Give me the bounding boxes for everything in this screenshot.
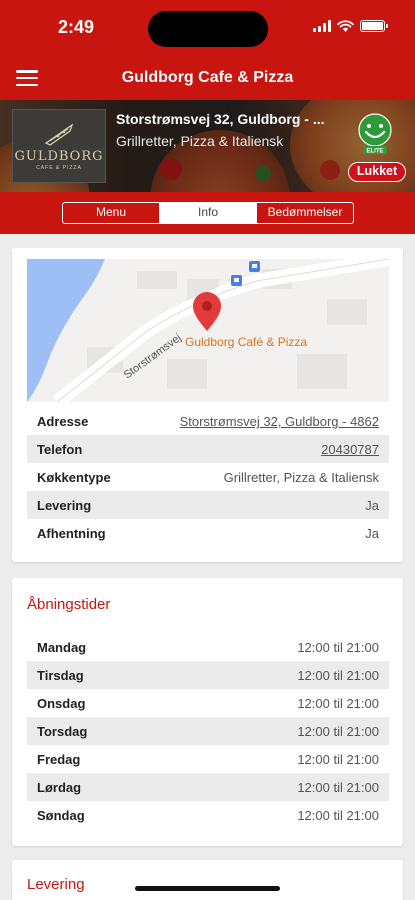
hours-value: 12:00 til 21:00 [297, 668, 379, 683]
smiley-label: ELITE [366, 149, 383, 155]
wifi-icon [337, 20, 354, 32]
hours-row: Torsdag 12:00 til 21:00 [27, 717, 389, 745]
hours-row: Lørdag 12:00 til 21:00 [27, 773, 389, 801]
info-value: Grillretter, Pizza & Italiensk [223, 470, 379, 485]
info-label: Levering [37, 498, 92, 513]
day-label: Lørdag [37, 780, 82, 795]
day-label: Tirsdag [37, 668, 84, 683]
segmented-tabs: Menu Info Bedømmelser [62, 202, 354, 224]
status-time: 2:49 [58, 17, 95, 37]
day-label: Mandag [37, 640, 87, 655]
pizza-slice-icon [44, 123, 74, 146]
nav-bar: Guldborg Cafe & Pizza [0, 54, 415, 100]
home-indicator[interactable] [135, 886, 280, 891]
info-value: Ja [365, 526, 379, 541]
tab-strip: Menu Info Bedømmelser [0, 192, 415, 234]
map-place-label: Guldborg Café & Pizza [185, 335, 307, 349]
day-label: Fredag [37, 752, 81, 767]
info-row-phone: Telefon 20430787 [27, 435, 389, 463]
smiley-elite-icon: ELITE [358, 113, 392, 155]
day-label: Onsdag [37, 696, 86, 711]
info-label: Telefon [37, 442, 83, 457]
day-label: Søndag [37, 808, 85, 823]
location-map[interactable]: Storstrømsvej Guldborg Café & Pizza [27, 259, 389, 402]
signal-icon [313, 20, 331, 32]
info-label: Adresse [37, 414, 89, 429]
tab-ratings[interactable]: Bedømmelser [256, 203, 353, 223]
info-row-address: Adresse Storstrømsvej 32, Guldborg - 486… [27, 407, 389, 435]
hours-value: 12:00 til 21:00 [297, 808, 379, 823]
status-bar: 2:49 [0, 0, 415, 54]
info-card: Storstrømsvej Guldborg Café & Pizza Adre… [12, 248, 403, 562]
page-title: Guldborg Cafe & Pizza [121, 69, 294, 86]
info-value: Ja [365, 498, 379, 513]
hours-row: Tirsdag 12:00 til 21:00 [27, 661, 389, 689]
info-row-delivery: Levering Ja [27, 491, 389, 519]
status-icons [313, 20, 388, 32]
hero-address: Storstrømsvej 32, Guldborg - ... [116, 111, 325, 127]
info-row-pickup: Afhentning Ja [27, 519, 389, 547]
info-label: Køkkentype [37, 470, 111, 485]
opening-hours-card: Åbningstider Mandag 12:00 til 21:00 Tirs… [12, 578, 403, 846]
hours-row: Mandag 12:00 til 21:00 [27, 633, 389, 661]
delivery-card: Levering [12, 860, 403, 900]
hours-value: 12:00 til 21:00 [297, 640, 379, 655]
phone-link[interactable]: 20430787 [321, 442, 379, 457]
status-badge: Lukket [348, 162, 406, 182]
hours-value: 12:00 til 21:00 [297, 780, 379, 795]
section-title: Åbningstider [27, 596, 111, 613]
hours-value: 12:00 til 21:00 [297, 752, 379, 767]
info-table: Adresse Storstrømsvej 32, Guldborg - 486… [27, 407, 389, 547]
battery-icon [360, 20, 388, 32]
hours-row: Søndag 12:00 til 21:00 [27, 801, 389, 829]
info-label: Afhentning [37, 526, 106, 541]
hours-table: Mandag 12:00 til 21:00 Tirsdag 12:00 til… [27, 633, 389, 829]
hours-value: 12:00 til 21:00 [297, 724, 379, 739]
hours-row: Fredag 12:00 til 21:00 [27, 745, 389, 773]
tab-info[interactable]: Info [159, 203, 256, 223]
hours-value: 12:00 til 21:00 [297, 696, 379, 711]
day-label: Torsdag [37, 724, 88, 739]
dynamic-island [148, 11, 268, 47]
hours-row: Onsdag 12:00 til 21:00 [27, 689, 389, 717]
logo-subtitle: CAFE & PIZZA [36, 165, 82, 171]
address-link[interactable]: Storstrømsvej 32, Guldborg - 4862 [180, 414, 379, 429]
section-title: Levering [27, 876, 85, 893]
logo-name: GULDBORG [14, 149, 104, 164]
restaurant-logo: GULDBORG CAFE & PIZZA [12, 109, 106, 183]
hero-cuisine: Grillretter, Pizza & Italiensk [116, 133, 284, 149]
tab-menu[interactable]: Menu [63, 203, 159, 223]
info-row-cuisine: Køkkentype Grillretter, Pizza & Italiens… [27, 463, 389, 491]
